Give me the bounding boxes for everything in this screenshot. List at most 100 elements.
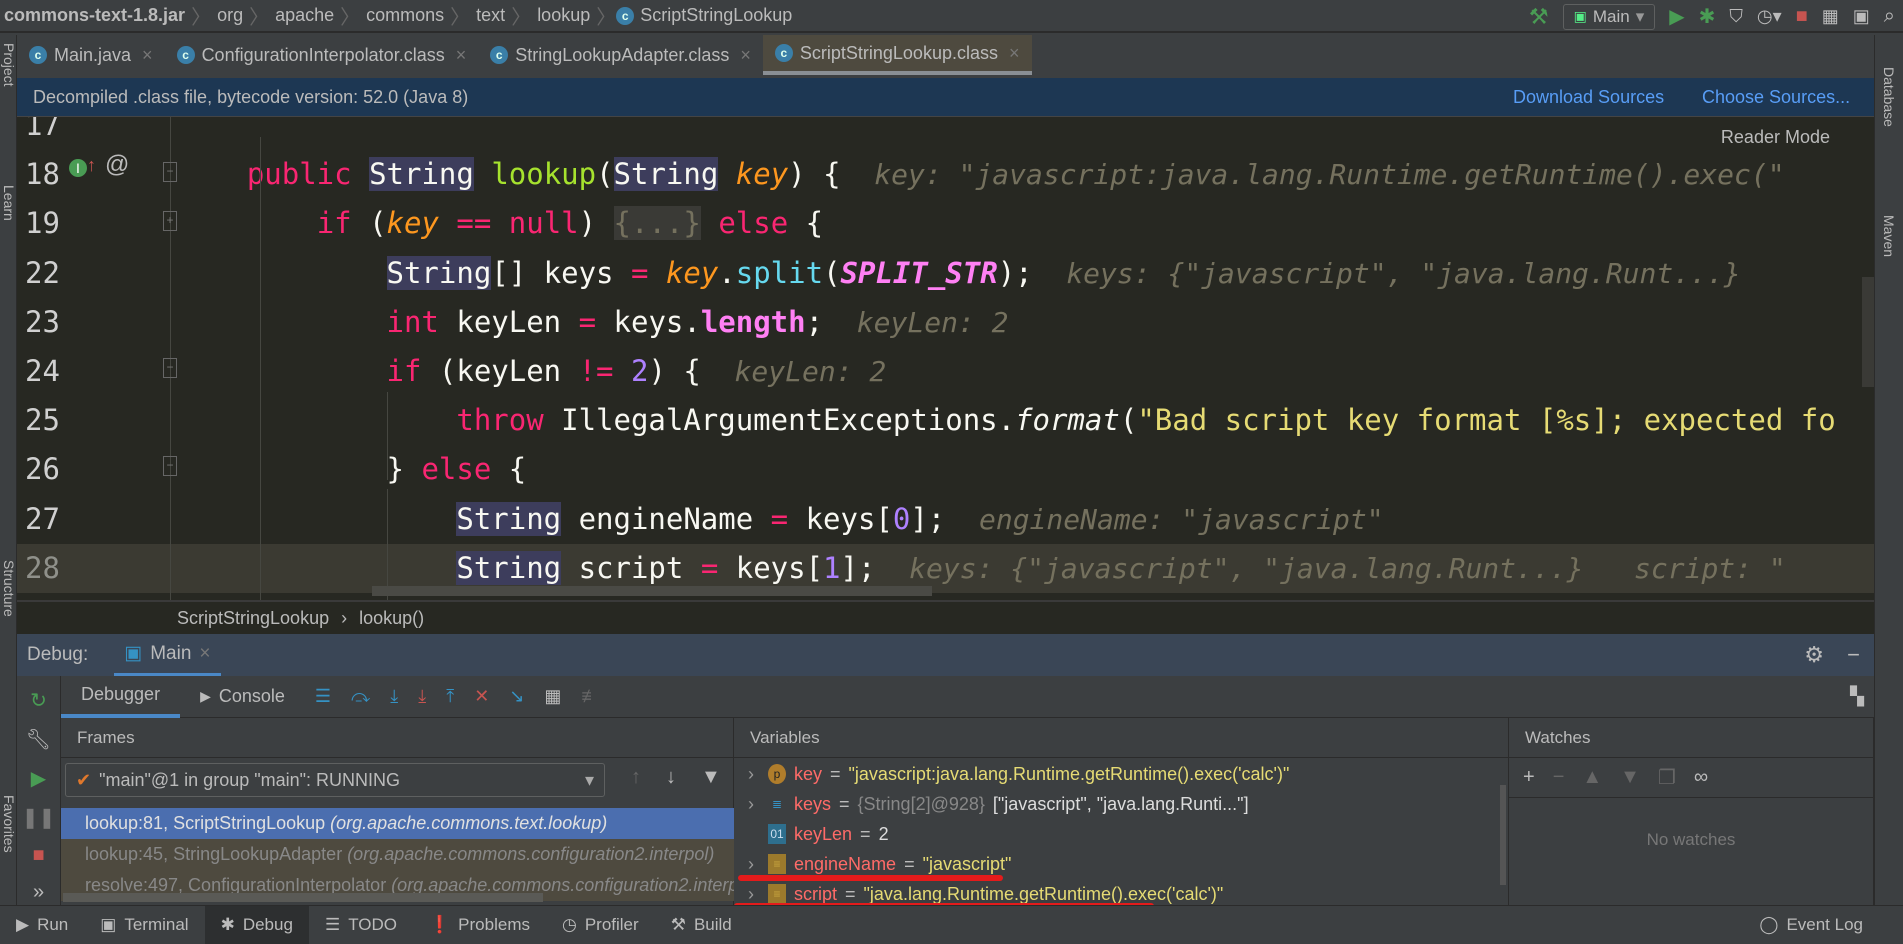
move-down-icon[interactable]: ▼ — [1620, 766, 1640, 789]
expand-chevron-icon[interactable]: › — [748, 789, 760, 819]
line-number[interactable]: 24 — [25, 347, 85, 396]
remove-watch-icon[interactable]: − — [1553, 766, 1565, 789]
gear-icon[interactable]: ⚙ — [1804, 642, 1824, 668]
variable-row[interactable]: › p key = "javascript:java.lang.Runtime.getR… — [734, 759, 1289, 789]
code-line[interactable]: 25 throw IllegalArgumentExceptions.forma… — [17, 396, 1874, 445]
search-icon[interactable]: ⌕ — [1884, 5, 1895, 28]
horizontal-scrollbar[interactable] — [372, 586, 932, 596]
crumb-class[interactable]: ScriptStringLookup — [634, 5, 798, 26]
code-line[interactable]: 27 String engineName = keys[0]; engineNa… — [17, 495, 1874, 544]
code-line[interactable]: 23 int keyLen = keys.length; keyLen: 2 — [17, 298, 1874, 347]
run-tool-button[interactable]: ▶ Run — [0, 906, 84, 944]
crumb-lookup[interactable]: lookup — [531, 5, 596, 26]
show-execution-point-icon[interactable]: ☰ — [315, 686, 331, 707]
line-number[interactable]: 28 — [25, 544, 85, 593]
close-icon[interactable]: × — [740, 45, 751, 66]
tab-script-string-lookup[interactable]: c ScriptStringLookup.class × — [762, 35, 1032, 75]
wrench-icon[interactable]: 🔧︎ — [26, 727, 51, 752]
frames-scrollbar[interactable] — [63, 893, 543, 902]
favorites-tool-tab[interactable]: Favorites — [1, 795, 17, 853]
code-line[interactable]: 24 if (keyLen != 2) { keyLen: 2 — [17, 347, 1874, 396]
editor-scrollbar[interactable] — [1862, 277, 1874, 387]
terminal-window-icon[interactable]: ▣ — [1853, 6, 1870, 27]
fold-end-icon[interactable]: − — [163, 456, 177, 476]
force-step-into-icon[interactable]: ⤓ — [418, 686, 426, 707]
override-arrow-icon[interactable]: ↑ — [87, 155, 96, 176]
line-number[interactable]: 25 — [25, 396, 85, 445]
run-to-cursor-icon[interactable]: ↘ — [509, 686, 524, 707]
profiler-tool-button[interactable]: ◷ Profiler — [546, 906, 655, 944]
expand-chevron-icon[interactable]: › — [748, 759, 760, 789]
crumb-jar[interactable]: commons-text-1.8.jar — [0, 5, 191, 26]
evaluate-expression-icon[interactable]: ▦ — [544, 686, 561, 707]
code-line[interactable]: 18 public String lookup(String key) { ke… — [17, 150, 1874, 199]
line-number[interactable]: 23 — [25, 298, 85, 347]
variables-scrollbar[interactable] — [1500, 785, 1506, 885]
line-number[interactable]: 17 — [25, 117, 85, 150]
implements-gutter-icon[interactable]: I — [69, 159, 87, 177]
crumb-apache[interactable]: apache — [269, 5, 340, 26]
choose-sources-link[interactable]: Choose Sources... — [1702, 87, 1850, 108]
resume-icon[interactable]: ▶ — [31, 766, 46, 791]
glasses-icon[interactable]: ∞ — [1694, 766, 1708, 789]
debug-tool-button[interactable]: ✱ Debug — [204, 905, 309, 944]
breadcrumb-class[interactable]: ScriptStringLookup — [177, 608, 329, 629]
variable-row[interactable]: 01 keyLen = 2 — [734, 819, 889, 849]
debug-bug-icon[interactable]: ✱ — [1699, 4, 1716, 29]
layout-icon[interactable]: ▚ — [1850, 686, 1864, 707]
trace-icon[interactable]: ≢ — [581, 686, 599, 707]
frame-item[interactable]: lookup:45, StringLookupAdapter (org.apac… — [61, 839, 734, 870]
build-hammer-icon[interactable]: ⚒ — [1529, 4, 1549, 30]
debug-session-tab[interactable]: ▣ Main × — [114, 634, 221, 676]
tab-configuration-interpolator[interactable]: c ConfigurationInterpolator.class × — [165, 35, 479, 75]
frame-item[interactable]: lookup:81, ScriptStringLookup (org.apach… — [61, 808, 734, 839]
reader-mode-button[interactable]: Reader Mode — [1721, 127, 1830, 148]
tab-main-java[interactable]: c Main.java × — [17, 35, 165, 75]
copy-icon[interactable]: ❐ — [1658, 765, 1676, 790]
coverage-icon[interactable]: ⛉ — [1729, 6, 1743, 27]
add-watch-icon[interactable]: + — [1523, 766, 1535, 789]
more-icon[interactable]: » — [33, 881, 44, 904]
crumb-org[interactable]: org — [211, 5, 249, 26]
line-number[interactable]: 27 — [25, 495, 85, 544]
crumb-commons[interactable]: commons — [360, 5, 450, 26]
terminal-tool-button[interactable]: ▣ Terminal — [84, 906, 204, 944]
fold-collapse-icon[interactable]: − — [163, 162, 177, 182]
profile-icon[interactable]: ◷▾ — [1757, 6, 1782, 27]
fold-collapse-icon[interactable]: − — [163, 358, 177, 378]
code-line[interactable]: 28 String script = keys[1]; keys: {"java… — [17, 543, 1874, 593]
close-icon[interactable]: × — [1009, 43, 1020, 64]
code-line[interactable]: 22 String[] keys = key.split(SPLIT_STR);… — [17, 249, 1874, 298]
project-tool-tab[interactable]: Project — [1, 43, 17, 87]
code-line[interactable]: 17 — [17, 117, 1874, 150]
project-structure-icon[interactable]: ▦ — [1822, 6, 1839, 27]
line-number[interactable]: 26 — [25, 445, 85, 494]
line-number[interactable]: 22 — [25, 249, 85, 298]
tab-console[interactable]: ▶ Console — [180, 676, 305, 718]
step-into-icon[interactable]: ⤓ — [390, 686, 398, 707]
drop-frame-icon[interactable]: ✕ — [474, 686, 489, 707]
breadcrumb-method[interactable]: lookup() — [359, 608, 424, 629]
event-log-button[interactable]: ◯ Event Log — [1743, 906, 1903, 944]
code-editor[interactable]: 17 18 public String lookup(String key) { … — [17, 117, 1874, 600]
tab-debugger[interactable]: Debugger — [61, 676, 181, 718]
maven-tool-tab[interactable]: Maven — [1881, 215, 1897, 257]
fold-expand-icon[interactable]: + — [163, 211, 177, 231]
down-arrow-icon[interactable]: ↓ — [666, 766, 676, 789]
step-over-icon[interactable]: ⤼ — [351, 686, 370, 707]
close-icon[interactable]: × — [142, 45, 153, 66]
stop-icon[interactable]: ■ — [32, 844, 44, 867]
run-config-select[interactable]: ▣ Main ▾ — [1562, 3, 1656, 30]
stop-icon[interactable]: ■ — [1796, 5, 1808, 28]
learn-tool-tab[interactable]: Learn — [1, 185, 17, 221]
close-icon[interactable]: × — [199, 643, 210, 665]
problems-tool-button[interactable]: ❗ Problems — [413, 906, 546, 944]
thread-select[interactable]: ✔ "main"@1 in group "main": RUNNING ▾ — [65, 763, 605, 797]
code-line[interactable]: 19 if (key == null) {...} else { — [17, 199, 1874, 248]
crumb-text[interactable]: text — [470, 5, 511, 26]
build-tool-button[interactable]: ⚒ Build — [655, 906, 748, 944]
todo-tool-button[interactable]: ☰ TODO — [309, 906, 413, 944]
rerun-icon[interactable]: ↻ — [30, 688, 47, 713]
structure-tool-tab[interactable]: Structure — [1, 560, 17, 617]
line-number[interactable]: 19 — [25, 199, 85, 248]
